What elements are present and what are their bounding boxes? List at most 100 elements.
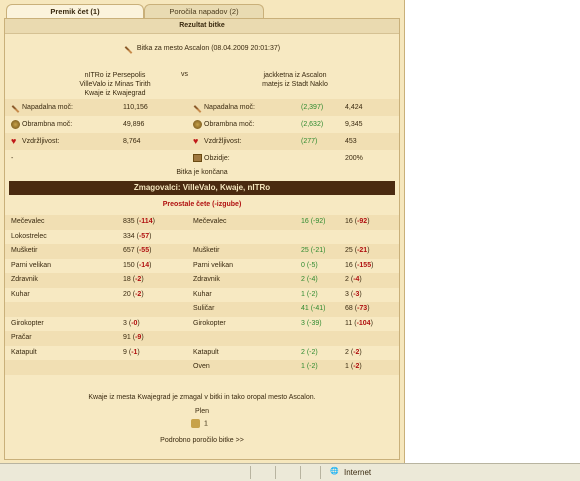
wall-label: Obzidje: bbox=[204, 155, 230, 162]
vs-label: vs bbox=[181, 71, 188, 78]
defender-line: matejs iz Stadt Naklo bbox=[262, 81, 328, 88]
stat-row-wall: - Obzidje: 200% bbox=[5, 150, 399, 167]
detailed-report-link[interactable]: Podrobno poročilo bitke >> bbox=[160, 437, 244, 444]
unit-name: Mečevalec bbox=[193, 218, 227, 225]
unit-loss: -4 bbox=[353, 276, 360, 283]
unit-count-value: 9 bbox=[123, 348, 127, 356]
unit-name: Mečevalec bbox=[11, 218, 45, 225]
sword-icon bbox=[11, 104, 20, 113]
battle-summary: Kwaje iz mesta Kwajegrad je zmagal v bit… bbox=[88, 394, 316, 401]
stat-row-endurance: ♥ Vzdržljivost: 8,764 ♥ Vzdržljivost: (277… bbox=[5, 133, 399, 150]
unit-count: 657 (-55) bbox=[123, 247, 152, 254]
unit-loss: -104 bbox=[356, 319, 371, 327]
stat-defender-value: 9,345 bbox=[345, 121, 363, 128]
heart-icon: ♥ bbox=[11, 135, 17, 146]
unit-remaining: 68 (-73) bbox=[345, 305, 370, 312]
unit-name: Oven bbox=[193, 363, 210, 370]
unit-row: Katapult 9 (-1) Katapult 2 (-2) 2 (-2) bbox=[5, 346, 399, 361]
loot-label: Plen bbox=[194, 408, 209, 415]
remaining-troops-header: Preostale čete (-izgube) bbox=[162, 201, 242, 208]
unit-count-value: 835 bbox=[123, 218, 135, 225]
unit-count: 18 (-2) bbox=[123, 276, 144, 283]
stat-defender-change: (277) bbox=[301, 138, 318, 145]
stat-attacker-value: 49,896 bbox=[123, 121, 145, 128]
unit-row: Girokopter 3 (-0) Girokopter 3 (-39) 11 (-10… bbox=[5, 317, 399, 332]
unit-count-value: 657 bbox=[123, 247, 135, 254]
attacker-line: Kwaje iz Kwajegrad bbox=[84, 90, 146, 97]
unit-name: Suličar bbox=[193, 305, 215, 312]
unit-name: Zdravnik bbox=[11, 276, 38, 283]
battle-ended: Bitka je končana bbox=[176, 169, 228, 176]
shield-icon bbox=[193, 119, 202, 129]
battle-title: Bitka za mesto Ascalon (08.04.2009 20:01… bbox=[136, 45, 281, 52]
unit-remaining-value: 16 bbox=[345, 218, 353, 225]
crossed-swords-icon bbox=[124, 45, 133, 54]
unit-loss: -1 bbox=[131, 348, 138, 356]
unit-count-value: 334 bbox=[123, 232, 135, 240]
unit-count: 20 (-2) bbox=[123, 290, 144, 298]
attacker-line: VilleValo iz Minas Tirith bbox=[79, 81, 151, 88]
unit-count: 835 (-114) bbox=[123, 218, 155, 225]
unit-loss: -73 bbox=[357, 305, 368, 312]
unit-change: 1 (-2) bbox=[301, 363, 318, 370]
unit-name: Girokopter bbox=[11, 319, 44, 327]
gold-icon bbox=[191, 419, 200, 428]
stat-row-attack: Napadalna moč: 110,156 Napadalna moč: (2… bbox=[5, 99, 399, 116]
unit-remaining: 3 (-3) bbox=[345, 290, 362, 298]
wall-icon bbox=[193, 154, 202, 163]
unit-change: 0 (-5) bbox=[301, 261, 318, 269]
sword-icon bbox=[193, 104, 202, 113]
unit-loss: -155 bbox=[357, 261, 372, 269]
unit-count: 334 (-57) bbox=[123, 232, 152, 240]
shield-icon bbox=[11, 119, 20, 129]
unit-count-value: 20 bbox=[123, 290, 131, 298]
wall-value: 200% bbox=[345, 155, 363, 162]
unit-count: 150 (-14) bbox=[123, 261, 152, 269]
unit-loss: -0 bbox=[131, 319, 138, 327]
tab-attack-reports[interactable]: Poročila napadov (2) bbox=[144, 4, 264, 19]
stat-label: Napadalna moč: bbox=[22, 104, 73, 111]
unit-loss: -2 bbox=[353, 363, 360, 370]
security-zone: Internet bbox=[344, 468, 372, 477]
globe-icon: 🌐 bbox=[330, 468, 339, 475]
stat-label: Obrambna moč: bbox=[22, 121, 73, 128]
stat-defender-value: 4,424 bbox=[345, 104, 363, 111]
unit-remaining-value: 2 bbox=[345, 348, 349, 356]
tab-troop-movements[interactable]: Premik čet (1) bbox=[6, 4, 144, 19]
unit-loss: -2 bbox=[135, 276, 142, 283]
unit-name: Girokopter bbox=[193, 319, 226, 327]
unit-remaining-value: 3 bbox=[345, 290, 349, 298]
unit-count-value: 3 bbox=[123, 319, 127, 327]
stat-attacker-value: 8,764 bbox=[123, 138, 141, 145]
unit-loss: -21 bbox=[357, 247, 368, 254]
loot-value: 1 bbox=[203, 420, 208, 428]
report-header: Rezultat bitke bbox=[5, 19, 399, 34]
unit-loss: -9 bbox=[135, 334, 142, 341]
unit-name: Mušketir bbox=[193, 247, 220, 254]
unit-row: Oven 1 (-2) 1 (-2) bbox=[5, 360, 399, 375]
unit-name: Katapult bbox=[193, 348, 219, 356]
unit-name: Kuhar bbox=[193, 290, 212, 298]
unit-loss: -92 bbox=[357, 218, 368, 225]
unit-count-value: 18 bbox=[123, 276, 131, 283]
unit-name: Katapult bbox=[11, 348, 37, 356]
unit-remaining: 2 (-2) bbox=[345, 348, 362, 356]
unit-name: Lokostrelec bbox=[11, 232, 47, 240]
unit-row: Pračar 91 (-9) bbox=[5, 331, 399, 346]
unit-remaining-value: 16 bbox=[345, 261, 353, 269]
unit-loss: -55 bbox=[138, 247, 150, 254]
unit-name: Pračar bbox=[11, 334, 32, 341]
unit-name: Parni velikan bbox=[193, 261, 234, 269]
unit-count-value: 150 bbox=[123, 261, 135, 269]
browser-status-bar: 🌐 Internet bbox=[0, 463, 580, 481]
unit-row: Lokostrelec 334 (-57) bbox=[5, 230, 399, 245]
battle-title-row: Bitka za mesto Ascalon (08.04.2009 20:01… bbox=[5, 45, 399, 54]
tab-bar: Premik čet (1) Poročila napadov (2) bbox=[4, 4, 400, 19]
unit-remaining-value: 11 bbox=[345, 319, 353, 327]
unit-change: 2 (-4) bbox=[301, 276, 318, 283]
unit-remaining-value: 2 bbox=[345, 276, 349, 283]
unit-remaining: 16 (-92) bbox=[345, 218, 370, 225]
unit-row: Mečevalec 835 (-114) Mečevalec 16 (-92) 16 (… bbox=[5, 215, 399, 230]
unit-remaining: 11 (-104) bbox=[345, 319, 373, 327]
unit-change: 3 (-39) bbox=[301, 319, 322, 327]
